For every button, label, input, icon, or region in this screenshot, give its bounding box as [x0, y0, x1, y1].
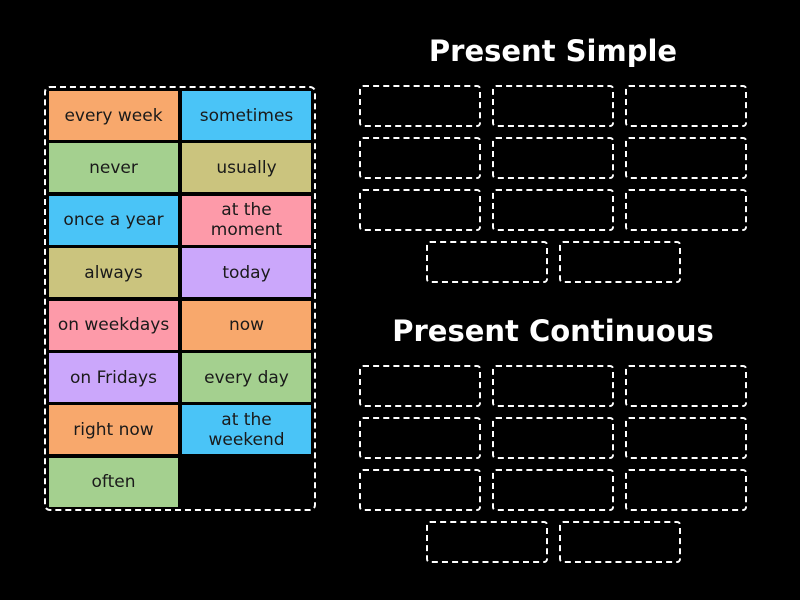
- word-tile[interactable]: usually: [182, 143, 311, 193]
- drop-slot[interactable]: [426, 241, 548, 283]
- drop-slot[interactable]: [625, 189, 747, 231]
- word-tile[interactable]: never: [49, 143, 178, 193]
- drop-slot[interactable]: [359, 85, 481, 127]
- word-tile[interactable]: on Fridays: [49, 353, 178, 402]
- drop-slot[interactable]: [492, 365, 614, 407]
- word-tile[interactable]: today: [182, 248, 311, 298]
- word-tile[interactable]: right now: [49, 405, 178, 455]
- drop-slot[interactable]: [559, 241, 681, 283]
- group-title-present-continuous: Present Continuous: [392, 314, 714, 348]
- drop-slot[interactable]: [359, 417, 481, 459]
- word-tile[interactable]: on weekdays: [49, 300, 178, 350]
- word-tile[interactable]: every day: [182, 353, 311, 402]
- drop-slot[interactable]: [492, 189, 614, 231]
- drop-slot[interactable]: [625, 85, 747, 127]
- drop-slot[interactable]: [492, 469, 614, 511]
- drop-slot[interactable]: [625, 365, 747, 407]
- word-tile[interactable]: always: [49, 248, 178, 298]
- drop-slot[interactable]: [359, 365, 481, 407]
- group-title-present-simple: Present Simple: [428, 34, 678, 68]
- word-tile[interactable]: often: [49, 457, 178, 507]
- drop-slot[interactable]: [492, 85, 614, 127]
- drop-slot[interactable]: [426, 521, 548, 563]
- drop-slot[interactable]: [625, 417, 747, 459]
- drop-slot[interactable]: [359, 189, 481, 231]
- word-tile[interactable]: now: [182, 300, 311, 350]
- drop-slot[interactable]: [625, 469, 747, 511]
- word-tile[interactable]: at the weekend: [182, 405, 311, 455]
- drop-slot[interactable]: [492, 417, 614, 459]
- word-tile[interactable]: once a year: [49, 195, 178, 245]
- drop-slot[interactable]: [625, 137, 747, 179]
- drop-slot[interactable]: [359, 469, 481, 511]
- drop-slot[interactable]: [559, 521, 681, 563]
- drop-slot[interactable]: [492, 137, 614, 179]
- drop-slot[interactable]: [359, 137, 481, 179]
- word-tile[interactable]: at the moment: [182, 195, 311, 245]
- word-tile[interactable]: sometimes: [182, 91, 311, 140]
- word-tile[interactable]: every week: [49, 91, 178, 140]
